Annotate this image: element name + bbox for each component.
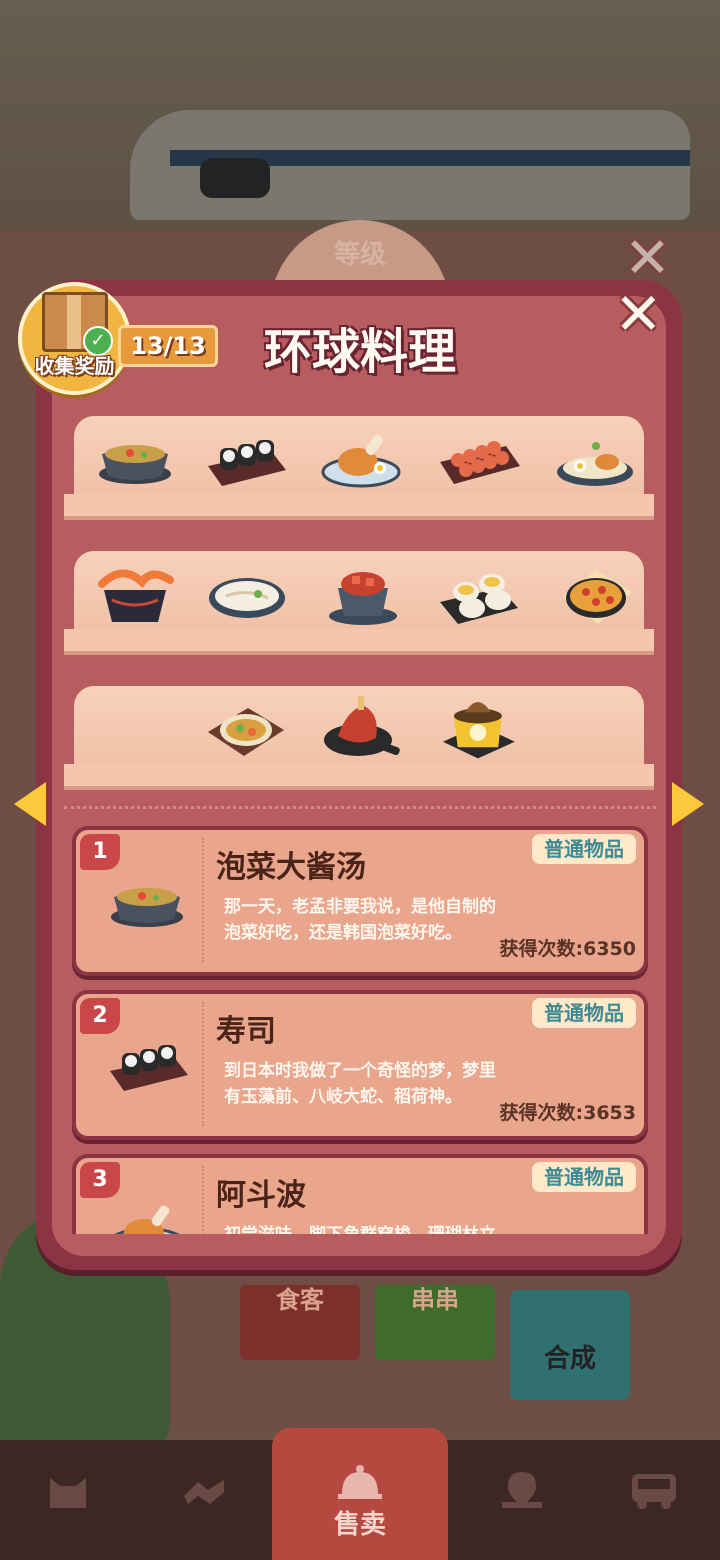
stew-pot-icon[interactable] — [92, 424, 178, 494]
item-index: 3 — [80, 1162, 120, 1198]
collect-reward-label: 收集奖励 — [34, 354, 115, 378]
curry-tray-icon[interactable] — [202, 696, 288, 766]
item-list[interactable]: 1 泡菜大酱汤 普通物品 那一天，老孟非要我说，是他自制的 泡菜好吃，还是韩国泡… — [64, 820, 656, 1234]
bus-icon — [632, 1474, 676, 1509]
nav-sell[interactable]: 售卖 — [272, 1428, 448, 1560]
cat-face-icon — [50, 1478, 86, 1508]
item-name: 泡菜大酱汤 — [216, 850, 366, 885]
nav-sell-label: 售卖 — [333, 1510, 386, 1540]
nav-bus[interactable] — [590, 1440, 720, 1560]
item-index: 2 — [80, 998, 120, 1034]
sushi-roll-icon — [110, 1045, 188, 1091]
close-button[interactable]: ✕ — [614, 280, 663, 348]
item-description: 那一天，老孟非要我说，是他自制的 泡菜好吃，还是韩国泡菜好吃。 — [224, 897, 496, 943]
background-train — [130, 110, 690, 220]
rarity-badge: 普通物品 — [532, 1162, 636, 1192]
list-item[interactable]: 1 泡菜大酱汤 普通物品 那一天，老孟非要我说，是他自制的 泡菜好吃，还是韩国泡… — [72, 826, 648, 976]
skewers-icon[interactable] — [436, 426, 522, 496]
roast-chicken-plate-icon[interactable] — [318, 424, 404, 494]
rarity-badge: 普通物品 — [532, 998, 636, 1028]
divider — [64, 806, 656, 809]
shrimp-bowl-icon[interactable] — [92, 560, 178, 630]
panel-title: 环球料理 — [263, 324, 456, 380]
bottom-nav: 售卖 — [0, 1428, 720, 1560]
nav-cat[interactable] — [4, 1440, 134, 1560]
item-name: 寿司 — [216, 1014, 276, 1049]
map-pin-icon — [502, 1472, 542, 1508]
roast-chicken-plate-icon — [114, 1205, 180, 1234]
obtained-count: 获得次数:3653 — [499, 1102, 636, 1124]
buddha-jumps-wall-pot-icon[interactable] — [434, 692, 520, 762]
background-tag-customer: 食客 — [240, 1285, 360, 1360]
handshake-icon — [184, 1480, 224, 1504]
merge-button: 合成 — [510, 1290, 630, 1400]
nav-exchange[interactable] — [140, 1440, 270, 1560]
stew-pot-icon — [111, 888, 183, 927]
pizza-icon[interactable] — [552, 562, 638, 632]
prev-page-arrow-icon[interactable] — [14, 782, 46, 826]
collected-count: 13/13 — [118, 325, 218, 367]
next-page-arrow-icon[interactable] — [672, 782, 704, 826]
sushi-roll-icon[interactable] — [202, 426, 288, 496]
noodle-bowl-icon[interactable] — [204, 562, 290, 632]
rarity-badge: 普通物品 — [532, 834, 636, 864]
service-bell-icon — [338, 1465, 382, 1499]
list-item[interactable]: 3 阿斗波 普通物品 初尝滋味，脚下角群穿梭，珊瑚林立 — [72, 1154, 648, 1234]
obtained-count: 获得次数:6350 — [499, 938, 636, 960]
item-description: 到日本时我做了一个奇怪的梦，梦里 有玉藻前、八岐大蛇、稻荷神。 — [224, 1061, 496, 1107]
roast-meat-board-icon[interactable] — [318, 694, 404, 764]
collect-reward-button[interactable]: ✓ 收集奖励 — [18, 282, 131, 395]
background-tag-skewer: 串串 — [375, 1285, 495, 1360]
item-index: 1 — [80, 834, 120, 870]
list-item[interactable]: 2 寿司 普通物品 到日本时我做了一个奇怪的梦，梦里 有玉藻前、八岐大蛇、稻荷神… — [72, 990, 648, 1140]
fried-rice-plate-icon[interactable] — [552, 426, 638, 496]
item-description: 初尝滋味，脚下角群穿梭，珊瑚林立 — [224, 1222, 514, 1234]
mapo-tofu-icon[interactable] — [320, 560, 406, 630]
nav-map[interactable] — [458, 1440, 588, 1560]
pudding-cups-icon[interactable] — [436, 562, 522, 632]
item-name: 阿斗波 — [216, 1178, 306, 1213]
